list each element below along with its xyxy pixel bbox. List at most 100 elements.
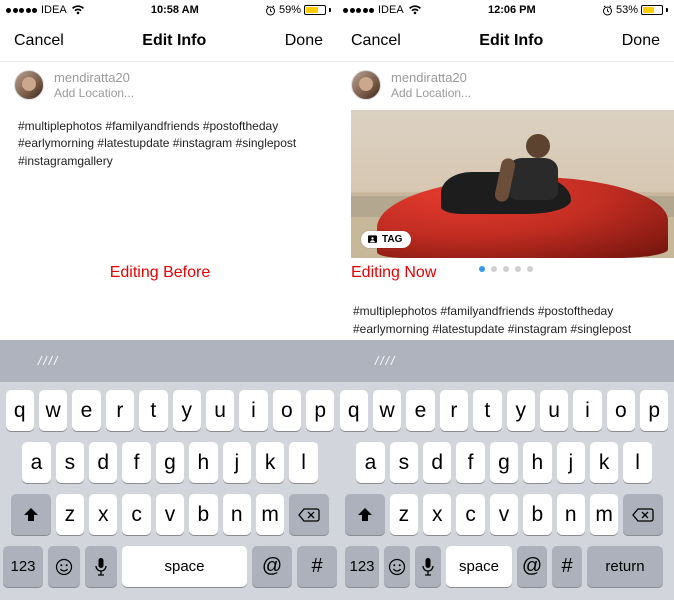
key-u[interactable]: u (540, 390, 568, 431)
key-x[interactable]: x (89, 494, 117, 535)
key-e[interactable]: e (406, 390, 434, 431)
cancel-button[interactable]: Cancel (14, 32, 64, 50)
key-o[interactable]: o (273, 390, 301, 431)
hashtag[interactable]: #postoftheday (534, 304, 613, 318)
key-at[interactable]: @ (252, 546, 292, 587)
key-u[interactable]: u (206, 390, 234, 431)
key-v[interactable]: v (490, 494, 518, 535)
done-button[interactable]: Done (622, 32, 660, 50)
key-b[interactable]: b (523, 494, 551, 535)
add-location-button[interactable]: Add Location... (54, 86, 134, 100)
key-h[interactable]: h (189, 442, 217, 483)
hashtag[interactable]: #singlepost (232, 136, 296, 150)
battery-pct-label: 53% (616, 4, 638, 16)
key-o[interactable]: o (607, 390, 635, 431)
key-z[interactable]: z (56, 494, 84, 535)
add-location-button[interactable]: Add Location... (391, 86, 471, 100)
key-d[interactable]: d (89, 442, 117, 483)
keyboard[interactable]: //// //// qwertyuiopasdfghjklzxcvbnm123s… (0, 340, 674, 600)
key-k[interactable]: k (256, 442, 284, 483)
key-dictation[interactable] (415, 546, 441, 587)
hashtag[interactable]: #familyandfriends (437, 304, 534, 318)
key-emoji[interactable] (48, 546, 80, 587)
key-a[interactable]: a (356, 442, 384, 483)
key-q[interactable]: q (6, 390, 34, 431)
key-t[interactable]: t (473, 390, 501, 431)
hashtag[interactable]: #singlepost (567, 322, 631, 336)
key-j[interactable]: j (223, 442, 251, 483)
key-numbers[interactable]: 123 (3, 546, 43, 587)
username-label[interactable]: mendiratta20 (54, 70, 134, 86)
hashtag[interactable]: #instagramgallery (18, 154, 113, 168)
keyboard-suggestion-bar[interactable]: //// //// (0, 340, 674, 382)
key-r[interactable]: r (106, 390, 134, 431)
key-g[interactable]: g (490, 442, 518, 483)
hashtag[interactable]: #latestupdate (429, 322, 504, 336)
key-a[interactable]: a (22, 442, 50, 483)
key-s[interactable]: s (390, 442, 418, 483)
key-m[interactable]: m (590, 494, 618, 535)
key-s[interactable]: s (56, 442, 84, 483)
key-c[interactable]: c (122, 494, 150, 535)
key-l[interactable]: l (289, 442, 317, 483)
hashtag[interactable]: #earlymorning (353, 322, 429, 336)
tag-people-button[interactable]: TAG (361, 231, 411, 248)
hashtag[interactable]: #multiplephotos (353, 304, 437, 318)
key-backspace[interactable] (289, 494, 329, 535)
key-f[interactable]: f (456, 442, 484, 483)
post-photo[interactable]: TAG (337, 110, 674, 272)
key-space[interactable]: space (446, 546, 512, 587)
key-backspace[interactable] (623, 494, 663, 535)
key-q[interactable]: q (340, 390, 368, 431)
avatar[interactable] (14, 70, 44, 100)
key-d[interactable]: d (423, 442, 451, 483)
hashtag[interactable]: #multiplephotos (18, 119, 102, 133)
key-dictation[interactable] (85, 546, 117, 587)
key-emoji[interactable] (384, 546, 410, 587)
key-i[interactable]: i (239, 390, 267, 431)
key-at[interactable]: @ (517, 546, 547, 587)
key-n[interactable]: n (223, 494, 251, 535)
key-k[interactable]: k (590, 442, 618, 483)
hashtag[interactable]: #instagram (169, 136, 232, 150)
hashtag[interactable]: #latestupdate (94, 136, 169, 150)
key-hash[interactable]: # (552, 546, 582, 587)
username-label[interactable]: mendiratta20 (391, 70, 471, 86)
done-button[interactable]: Done (285, 32, 323, 50)
key-numbers[interactable]: 123 (345, 546, 379, 587)
key-p[interactable]: p (640, 390, 668, 431)
cancel-button[interactable]: Cancel (351, 32, 401, 50)
key-hash[interactable]: # (297, 546, 337, 587)
key-i[interactable]: i (573, 390, 601, 431)
key-m[interactable]: m (256, 494, 284, 535)
hashtag[interactable]: #earlymorning (18, 136, 94, 150)
key-return[interactable]: return (587, 546, 663, 587)
hashtag[interactable]: #instagram (504, 322, 567, 336)
avatar[interactable] (351, 70, 381, 100)
key-j[interactable]: j (557, 442, 585, 483)
key-p[interactable]: p (306, 390, 334, 431)
key-r[interactable]: r (440, 390, 468, 431)
hashtag[interactable]: #familyandfriends (102, 119, 199, 133)
key-g[interactable]: g (156, 442, 184, 483)
key-w[interactable]: w (373, 390, 401, 431)
key-t[interactable]: t (139, 390, 167, 431)
caption-input[interactable]: #multiplephotos#familyandfriends#postoft… (0, 110, 337, 170)
key-b[interactable]: b (189, 494, 217, 535)
key-x[interactable]: x (423, 494, 451, 535)
key-shift[interactable] (345, 494, 385, 535)
key-space[interactable]: space (122, 546, 247, 587)
key-y[interactable]: y (507, 390, 535, 431)
key-f[interactable]: f (122, 442, 150, 483)
key-n[interactable]: n (557, 494, 585, 535)
key-w[interactable]: w (39, 390, 67, 431)
key-z[interactable]: z (390, 494, 418, 535)
key-c[interactable]: c (456, 494, 484, 535)
key-l[interactable]: l (623, 442, 651, 483)
key-v[interactable]: v (156, 494, 184, 535)
key-h[interactable]: h (523, 442, 551, 483)
key-e[interactable]: e (72, 390, 100, 431)
hashtag[interactable]: #postoftheday (199, 119, 278, 133)
key-y[interactable]: y (173, 390, 201, 431)
key-shift[interactable] (11, 494, 51, 535)
